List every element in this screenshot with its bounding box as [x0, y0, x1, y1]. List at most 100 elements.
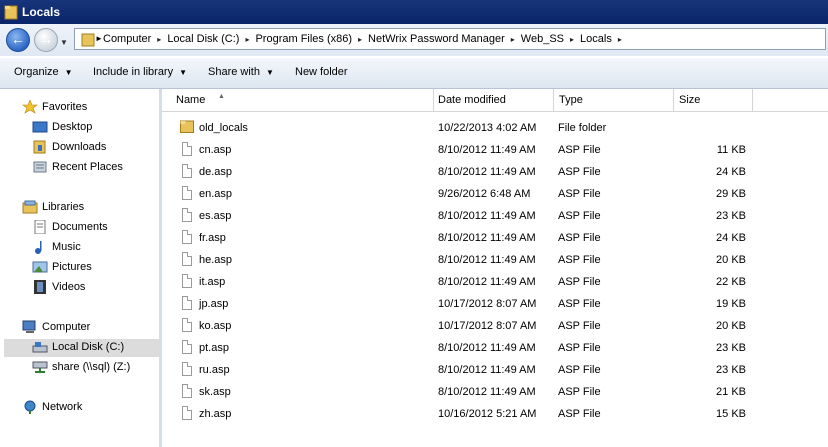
nav-network[interactable]: Network [22, 399, 152, 417]
file-row[interactable]: he.asp 8/10/2012 11:49 AM ASP File 20 KB [162, 249, 828, 271]
new-folder-button[interactable]: New folder [295, 66, 348, 78]
breadcrumb-item[interactable]: Local Disk (C:) [167, 33, 239, 45]
nav-label: Music [52, 241, 81, 253]
nav-music[interactable]: Music [32, 239, 152, 257]
file-type: ASP File [558, 320, 601, 332]
nav-label: Recent Places [52, 161, 123, 173]
breadcrumb-item[interactable]: Web_SS [521, 33, 564, 45]
nav-recent-places[interactable]: Recent Places [32, 159, 152, 177]
address-box[interactable]: ► Computer ▸ Local Disk (C:) ▸ Program Files… [74, 28, 826, 50]
file-row[interactable]: zh.asp 10/16/2012 5:21 AM ASP File 15 KB [162, 403, 828, 425]
breadcrumb-item[interactable]: NetWrix Password Manager [368, 33, 505, 45]
file-type: File folder [558, 122, 607, 134]
column-type[interactable]: Type [553, 89, 674, 111]
sort-ascending-icon: ▲ [218, 93, 225, 100]
include-label: Include in library [93, 66, 174, 78]
file-size: 23 KB [716, 364, 746, 376]
file-name: sk.asp [199, 386, 231, 398]
file-icon [182, 340, 192, 354]
nav-videos[interactable]: Videos [32, 279, 152, 297]
file-name: pt.asp [199, 342, 229, 354]
file-size: 29 KB [716, 188, 746, 200]
chevron-right-icon[interactable]: ▸ [157, 35, 161, 44]
file-row[interactable]: cn.asp 8/10/2012 11:49 AM ASP File 11 KB [162, 139, 828, 161]
window-title: Locals [22, 5, 61, 19]
back-button[interactable]: ← [6, 28, 30, 52]
nav-label: Network [42, 401, 83, 413]
file-row[interactable]: de.asp 8/10/2012 11:49 AM ASP File 24 KB [162, 161, 828, 183]
documents-icon [34, 220, 46, 234]
file-date-modified: 8/10/2012 11:49 AM [438, 254, 536, 266]
forward-button[interactable]: → [34, 28, 58, 52]
file-date-modified: 8/10/2012 11:49 AM [438, 342, 536, 354]
chevron-right-icon[interactable]: ► [95, 34, 103, 43]
chevron-right-icon[interactable]: ▸ [358, 35, 362, 44]
file-row[interactable]: en.asp 9/26/2012 6:48 AM ASP File 29 KB [162, 183, 828, 205]
file-row[interactable]: jp.asp 10/17/2012 8:07 AM ASP File 19 KB [162, 293, 828, 315]
file-date-modified: 8/10/2012 11:49 AM [438, 166, 536, 178]
file-icon [182, 296, 192, 310]
folder-icon [4, 5, 18, 20]
breadcrumb-item[interactable]: Computer [103, 33, 151, 45]
file-type: ASP File [558, 166, 601, 178]
nav-computer[interactable]: Computer [22, 319, 152, 337]
file-date-modified: 10/17/2012 8:07 AM [438, 298, 537, 310]
file-type: ASP File [558, 276, 601, 288]
nav-libraries[interactable]: Libraries [22, 199, 152, 217]
file-row[interactable]: ko.asp 10/17/2012 8:07 AM ASP File 20 KB [162, 315, 828, 337]
share-with-button[interactable]: Share with ▼ [208, 66, 274, 78]
back-arrow-icon: ← [11, 31, 25, 47]
file-icon [182, 274, 192, 288]
nav-documents[interactable]: Documents [32, 219, 152, 237]
file-size: 11 KB [716, 144, 746, 156]
file-icon [182, 164, 192, 178]
nav-favorites[interactable]: Favorites [22, 99, 152, 117]
chevron-down-icon: ▼ [265, 68, 274, 77]
file-row[interactable]: pt.asp 8/10/2012 11:49 AM ASP File 23 KB [162, 337, 828, 359]
nav-label: Local Disk (C:) [52, 341, 125, 353]
file-row[interactable]: sk.asp 8/10/2012 11:49 AM ASP File 21 KB [162, 381, 828, 403]
column-date-modified[interactable]: Date modified [432, 89, 554, 111]
breadcrumb-item[interactable]: Locals [580, 33, 612, 45]
file-date-modified: 10/22/2013 4:02 AM [438, 122, 537, 134]
desktop-icon [32, 121, 48, 133]
file-row[interactable]: fr.asp 8/10/2012 11:49 AM ASP File 24 KB [162, 227, 828, 249]
chevron-right-icon[interactable]: ▸ [511, 35, 515, 44]
column-size[interactable]: Size [673, 89, 753, 111]
file-row[interactable]: ru.asp 8/10/2012 11:49 AM ASP File 23 KB [162, 359, 828, 381]
nav-pictures[interactable]: Pictures [32, 259, 152, 277]
chevron-right-icon[interactable]: ▸ [245, 35, 249, 44]
organize-button[interactable]: Organize ▼ [14, 66, 73, 78]
file-row[interactable]: es.asp 8/10/2012 11:49 AM ASP File 23 KB [162, 205, 828, 227]
file-name: old_locals [199, 122, 248, 134]
nav-label: Pictures [52, 261, 92, 273]
file-list: Name ▲ Date modified Type Size old_local… [162, 89, 828, 447]
navigation-pane: Favorites Desktop Downloads Recent Place… [0, 89, 159, 447]
file-row[interactable]: old_locals 10/22/2013 4:02 AM File folder [162, 117, 828, 139]
breadcrumb-item[interactable]: Program Files (x86) [255, 33, 352, 45]
nav-desktop[interactable]: Desktop [32, 119, 152, 137]
libraries-icon [22, 200, 38, 214]
file-type: ASP File [558, 188, 601, 200]
column-name[interactable]: Name ▲ [170, 89, 434, 111]
recent-places-icon [33, 161, 47, 173]
nav-downloads[interactable]: Downloads [32, 139, 152, 157]
drive-icon [32, 342, 48, 353]
network-icon [24, 400, 36, 414]
nav-label: Videos [52, 281, 86, 293]
folder-icon [180, 120, 194, 133]
organize-label: Organize [14, 66, 59, 78]
chevron-right-icon[interactable]: ▸ [570, 35, 574, 44]
nav-local-disk[interactable]: Local Disk (C:) [4, 339, 159, 357]
chevron-right-icon[interactable]: ▸ [618, 35, 622, 44]
file-icon [182, 186, 192, 200]
file-type: ASP File [558, 386, 601, 398]
chevron-down-icon: ▼ [64, 68, 73, 77]
file-row[interactable]: it.asp 8/10/2012 11:49 AM ASP File 22 KB [162, 271, 828, 293]
file-size: 20 KB [716, 254, 746, 266]
nav-network-share[interactable]: share (\\sql) (Z:) [32, 359, 152, 377]
file-type: ASP File [558, 342, 601, 354]
include-in-library-button[interactable]: Include in library ▼ [93, 66, 187, 78]
recent-pages-dropdown[interactable]: ▼ [60, 38, 68, 47]
file-size: 23 KB [716, 210, 746, 222]
